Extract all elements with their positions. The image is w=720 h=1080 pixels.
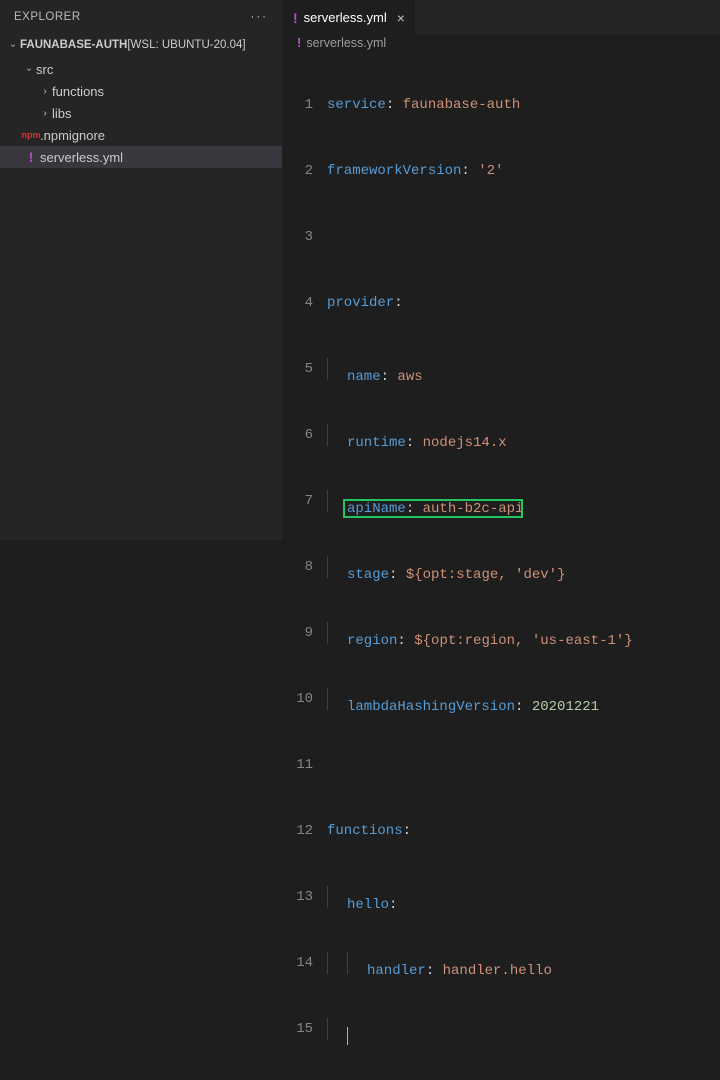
chevron-down-icon: › [8, 38, 19, 52]
file-tree: › src › functions › libs npm .npmignore … [0, 56, 282, 168]
yaml-icon: ! [293, 10, 298, 26]
tab-serverless-yml[interactable]: ! serverless.yml × [283, 0, 416, 35]
folder-src[interactable]: › src [0, 58, 282, 80]
explorer-title: EXPLORER [14, 11, 81, 23]
folder-libs[interactable]: › libs [0, 102, 282, 124]
close-icon[interactable]: × [397, 10, 405, 26]
code-content[interactable]: service: faunabase-auth frameworkVersion… [327, 50, 720, 1080]
editor-pane: ! serverless.yml × ! serverless.yml 1 2 … [282, 0, 720, 540]
workspace-root[interactable]: › FAUNABASE-AUTH [WSL: UBUNTU-20.04] [0, 34, 282, 56]
explorer-panel: EXPLORER ··· › FAUNABASE-AUTH [WSL: UBUN… [0, 0, 282, 540]
line-gutter: 1 2 3 4 5 6 7 8 9 10 11 12 13 14 15 [283, 50, 327, 1080]
highlighted-line: apiName: auth-b2c-api [327, 490, 720, 512]
chevron-right-icon: › [38, 86, 52, 97]
chevron-down-icon: › [24, 62, 35, 76]
workspace-name: FAUNABASE-AUTH [20, 39, 127, 51]
folder-label: libs [52, 106, 72, 121]
folder-label: src [36, 62, 53, 77]
text-cursor [347, 1027, 348, 1045]
file-label: serverless.yml [40, 150, 123, 165]
file-npmignore[interactable]: npm .npmignore [0, 124, 282, 146]
breadcrumb[interactable]: ! serverless.yml [283, 35, 720, 50]
yaml-icon: ! [297, 35, 301, 50]
breadcrumb-label: serverless.yml [306, 36, 386, 50]
yaml-icon: ! [22, 149, 40, 165]
folder-label: functions [52, 84, 104, 99]
folder-functions[interactable]: › functions [0, 80, 282, 102]
code-editor[interactable]: 1 2 3 4 5 6 7 8 9 10 11 12 13 14 15 serv… [283, 50, 720, 1080]
file-label: .npmignore [40, 128, 105, 143]
tab-label: serverless.yml [304, 10, 387, 25]
explorer-header: EXPLORER ··· [0, 0, 282, 34]
file-serverless-yml[interactable]: ! serverless.yml [0, 146, 282, 168]
chevron-right-icon: › [38, 108, 52, 119]
tab-bar: ! serverless.yml × [283, 0, 720, 35]
npm-icon: npm [22, 130, 40, 140]
more-icon[interactable]: ··· [251, 11, 269, 23]
workspace-sub: [WSL: UBUNTU-20.04] [127, 39, 245, 51]
